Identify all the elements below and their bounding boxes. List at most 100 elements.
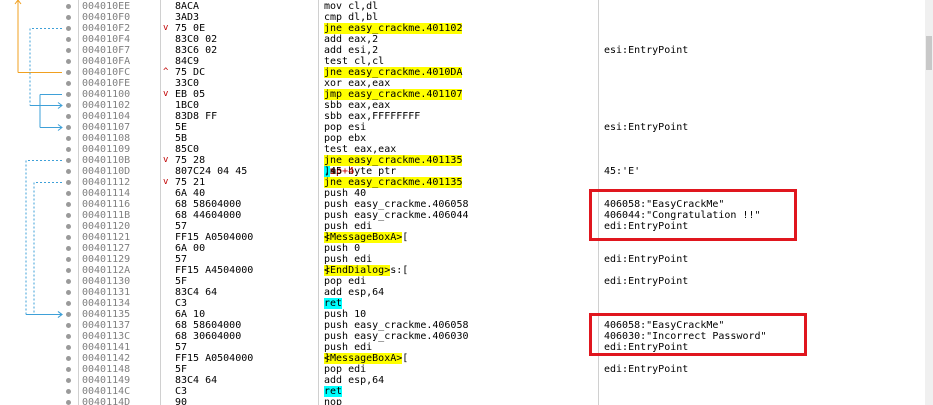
instruction-row[interactable]: 00401134 C3 ret [0,298,933,309]
instruction: add esp,64 [324,287,385,298]
disassembly-view[interactable]: 004010EE 8ACA mov cl,dl 004010F0 3AD3 cmp dl,… [0,0,933,405]
breakpoint-dot[interactable] [66,312,71,317]
address: 00401104 [82,111,131,122]
breakpoint-dot[interactable] [66,81,71,86]
breakpoint-dot[interactable] [66,158,71,163]
breakpoint-dot[interactable] [66,147,71,152]
instruction-row[interactable]: 0040112AFF15 A4504000call dword ptr ds:[… [0,265,933,276]
instruction: add esp,64 [324,375,385,386]
breakpoint-dot[interactable] [66,92,71,97]
instruction-row[interactable]: 00401112 v 75 21 jne easy_crackme.401135 [0,177,933,188]
opcode-bytes: 68 58604000 [175,199,242,210]
instruction-row[interactable]: 004010FC ^ 75 DC jne easy_crackme.4010DA [0,67,933,78]
instruction: push edi [324,254,373,265]
breakpoint-dot[interactable] [66,48,71,53]
breakpoint-dot[interactable] [66,180,71,185]
opcode-bytes: 68 58604000 [175,320,242,331]
instruction-row[interactable]: 0040114D 90 nop [0,397,933,405]
opcode-bytes: 33C0 [175,78,200,89]
address: 004010FA [82,56,131,67]
instruction-row[interactable]: 004010F2 v 75 0E jne easy_crackme.401102 [0,23,933,34]
mnemonic: ret [324,298,343,309]
breakpoint-dot[interactable] [66,4,71,9]
breakpoint-dot[interactable] [66,169,71,174]
instruction-row[interactable]: 00401100 v EB 05 jmp easy_crackme.401107 [0,89,933,100]
operand: ,45 [324,166,343,177]
opcode-bytes: 75 21 [175,177,206,188]
breakpoint-dot[interactable] [66,301,71,306]
opcode-bytes: FF15 A0504000 [175,232,254,243]
instruction: push 40 [324,188,367,199]
breakpoint-dot[interactable] [66,37,71,42]
vertical-scrollbar[interactable] [925,0,933,405]
instruction-row[interactable]: 00401109 85C0 test eax,eax [0,144,933,155]
instruction-row[interactable]: 0040114C C3 ret [0,386,933,397]
breakpoint-dot[interactable] [66,59,71,64]
breakpoint-dot[interactable] [66,70,71,75]
breakpoint-dot[interactable] [66,257,71,262]
breakpoint-dot[interactable] [66,345,71,350]
operand: ] [324,265,331,276]
instruction: sbb eax,eax [324,100,391,111]
breakpoint-dot[interactable] [66,268,71,273]
instruction-row[interactable]: 00401149 83C4 64 add esp,64 [0,375,933,386]
breakpoint-dot[interactable] [66,279,71,284]
instruction: test eax,eax [324,144,397,155]
instruction-row[interactable]: 00401127 6A 00 push 0 [0,243,933,254]
instruction-row[interactable]: 004010EE 8ACA mov cl,dl [0,1,933,12]
instruction-row[interactable]: 004010FA 84C9 test cl,cl [0,56,933,67]
breakpoint-dot[interactable] [66,26,71,31]
breakpoint-dot[interactable] [66,323,71,328]
breakpoint-dot[interactable] [66,290,71,295]
call-target: <MessageBoxA> [324,232,403,243]
instruction-row[interactable]: 0040110D807C24 04 45cmp byte ptr ss:[esp… [0,166,933,177]
instruction-row[interactable]: 00401107 5E pop esi esi:EntryPoint [0,122,933,133]
instruction-row[interactable]: 004010F4 83C0 02 add eax,2 [0,34,933,45]
breakpoint-dot[interactable] [66,246,71,251]
instruction-row[interactable]: 00401131 83C4 64 add esp,64 [0,287,933,298]
breakpoint-dot[interactable] [66,213,71,218]
breakpoint-dot[interactable] [66,114,71,119]
breakpoint-dot[interactable] [66,400,71,405]
breakpoint-dot[interactable] [66,103,71,108]
scrollbar-thumb[interactable] [926,36,932,70]
instruction-row[interactable]: 00401148 5F pop edi edi:EntryPoint [0,364,933,375]
instruction-row[interactable]: 004010F0 3AD3 cmp dl,bl [0,12,933,23]
instruction-row[interactable]: 00401108 5B pop ebx [0,133,933,144]
instruction: mov cl,dl [324,1,379,12]
breakpoint-dot[interactable] [66,125,71,130]
comment: esi:EntryPoint [604,45,689,56]
breakpoint-dot[interactable] [66,235,71,240]
breakpoint-dot[interactable] [66,15,71,20]
instruction-row[interactable]: 00401129 57 push edi edi:EntryPoint [0,254,933,265]
instruction: sbb eax,FFFFFFFF [324,111,421,122]
breakpoint-dot[interactable] [66,202,71,207]
instruction-row[interactable]: 00401102 1BC0 sbb eax,eax [0,100,933,111]
instruction-row[interactable]: 00401130 5F pop edi edi:EntryPoint [0,276,933,287]
address: 00401129 [82,254,131,265]
mnemonic: jne easy_crackme.401102 [324,23,463,34]
jump-down-marker: v [163,23,169,33]
breakpoint-dot[interactable] [66,224,71,229]
instruction-row[interactable]: 004010FE 33C0 xor eax,eax [0,78,933,89]
opcode-bytes: 57 [175,254,188,265]
breakpoint-dot[interactable] [66,191,71,196]
breakpoint-dot[interactable] [66,367,71,372]
instruction: cmp dl,bl [324,12,379,23]
breakpoint-dot[interactable] [66,378,71,383]
instruction-row[interactable]: 00401104 83D8 FF sbb eax,FFFFFFFF [0,111,933,122]
jump-down-marker: v [163,155,169,165]
mnemonic: jne easy_crackme.401135 [324,177,463,188]
instruction-row[interactable]: 004010F7 83C6 02 add esi,2 esi:EntryPoint [0,45,933,56]
opcode-bytes: FF15 A4504000 [175,265,254,276]
breakpoint-dot[interactable] [66,356,71,361]
breakpoint-dot[interactable] [66,334,71,339]
instruction-row[interactable]: 0040110B v 75 28 jne easy_crackme.401135 [0,155,933,166]
address: 00401116 [82,199,131,210]
address: 00401130 [82,276,131,287]
breakpoint-dot[interactable] [66,389,71,394]
breakpoint-dot[interactable] [66,136,71,141]
mnemonic: jne easy_crackme.401135 [324,155,463,166]
address: 0040111B [82,210,131,221]
instruction: push easy_crackme.406058 [324,320,469,331]
